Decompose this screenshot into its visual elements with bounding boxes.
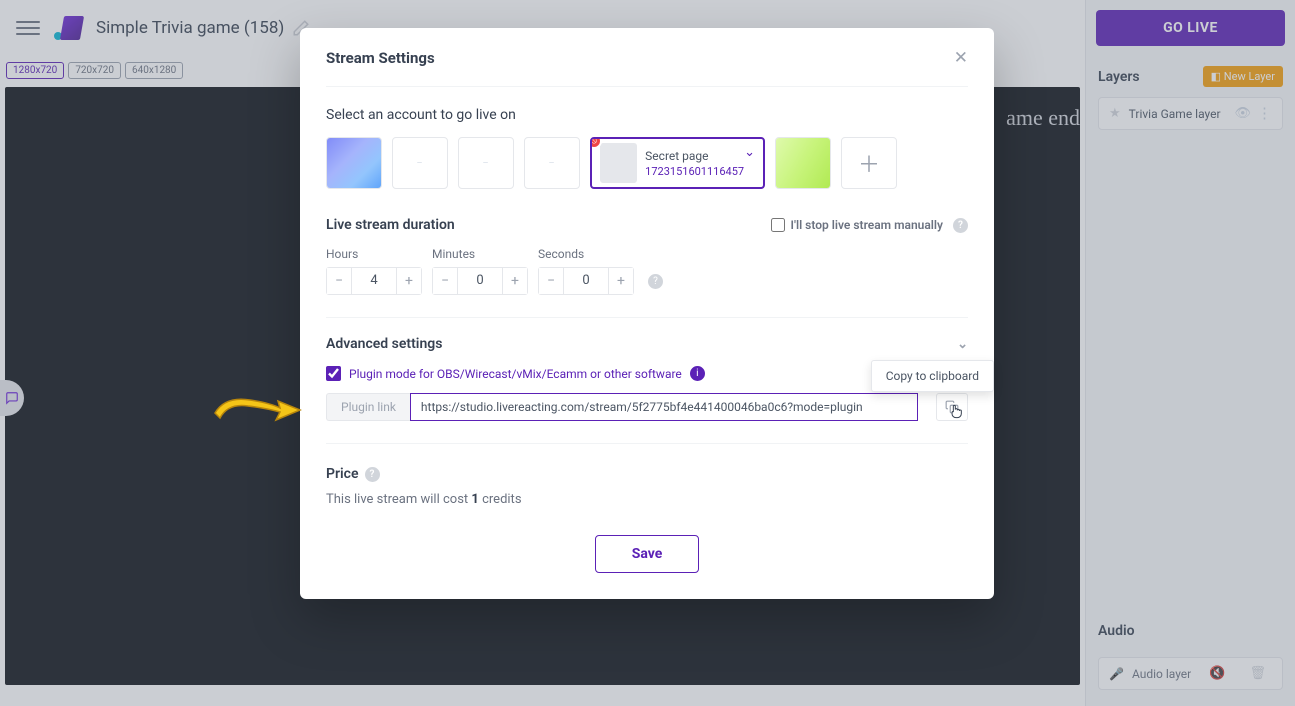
copy-tooltip: Copy to clipboard (871, 360, 994, 392)
plugin-link-label: Plugin link (326, 393, 410, 421)
decrement-button[interactable]: − (539, 268, 563, 294)
account-option-selected[interactable]: ⦸ Secret page 1723151601116457 ⌄ (590, 137, 765, 189)
copy-button[interactable] (936, 393, 968, 421)
chevron-down-icon[interactable]: ⌄ (957, 337, 968, 352)
price-text: This live stream will cost 1 credits (326, 492, 968, 507)
hours-label: Hours (326, 247, 422, 261)
plugin-link-input[interactable] (410, 393, 918, 421)
duration-row: Hours − 4 + Minutes − 0 + Se (326, 247, 968, 295)
duration-title: Live stream duration (326, 217, 455, 233)
minutes-value: 0 (457, 268, 503, 294)
increment-button[interactable]: + (397, 268, 421, 294)
chevron-down-icon[interactable]: ⌄ (744, 145, 755, 160)
modal-overlay[interactable]: Stream Settings ✕ Select an account to g… (0, 0, 1295, 706)
hours-stepper[interactable]: − 4 + (326, 267, 422, 295)
minutes-label: Minutes (432, 247, 528, 261)
seconds-label: Seconds (538, 247, 634, 261)
account-option[interactable] (326, 137, 382, 189)
stream-settings-modal: Stream Settings ✕ Select an account to g… (300, 28, 994, 599)
select-account-label: Select an account to go live on (326, 107, 968, 123)
account-option[interactable]: — (524, 137, 580, 189)
close-icon[interactable]: ✕ (954, 48, 968, 68)
price-title: Price (326, 466, 359, 482)
plugin-mode-input[interactable] (326, 366, 341, 381)
manual-stop-input[interactable] (771, 218, 785, 232)
info-icon[interactable]: i (690, 366, 705, 381)
seconds-stepper[interactable]: − 0 + (538, 267, 634, 295)
account-row: — — — ⦸ Secret page 1723151601116457 ⌄ ＋ (326, 137, 968, 189)
account-name: Secret page (645, 149, 744, 163)
help-icon[interactable]: ? (365, 467, 380, 482)
hours-value: 4 (351, 268, 397, 294)
seconds-value: 0 (563, 268, 609, 294)
add-account-button[interactable]: ＋ (841, 137, 897, 189)
account-option[interactable] (775, 137, 831, 189)
account-option[interactable]: — (458, 137, 514, 189)
decrement-button[interactable]: − (433, 268, 457, 294)
minutes-stepper[interactable]: − 0 + (432, 267, 528, 295)
account-option[interactable]: — (392, 137, 448, 189)
manual-stop-checkbox[interactable]: I'll stop live stream manually ? (771, 218, 968, 233)
increment-button[interactable]: + (609, 268, 633, 294)
increment-button[interactable]: + (503, 268, 527, 294)
account-id: 1723151601116457 (645, 165, 744, 178)
manual-stop-label: I'll stop live stream manually (791, 218, 943, 232)
help-icon[interactable]: ? (648, 274, 663, 289)
advanced-title: Advanced settings (326, 336, 442, 352)
save-button[interactable]: Save (595, 535, 700, 573)
help-icon[interactable]: ? (953, 218, 968, 233)
plugin-link-row: Plugin link (326, 393, 968, 421)
modal-title: Stream Settings (326, 49, 435, 67)
plugin-mode-label: Plugin mode for OBS/Wirecast/vMix/Ecamm … (349, 367, 682, 381)
account-thumbnail (600, 143, 637, 183)
decrement-button[interactable]: − (327, 268, 351, 294)
